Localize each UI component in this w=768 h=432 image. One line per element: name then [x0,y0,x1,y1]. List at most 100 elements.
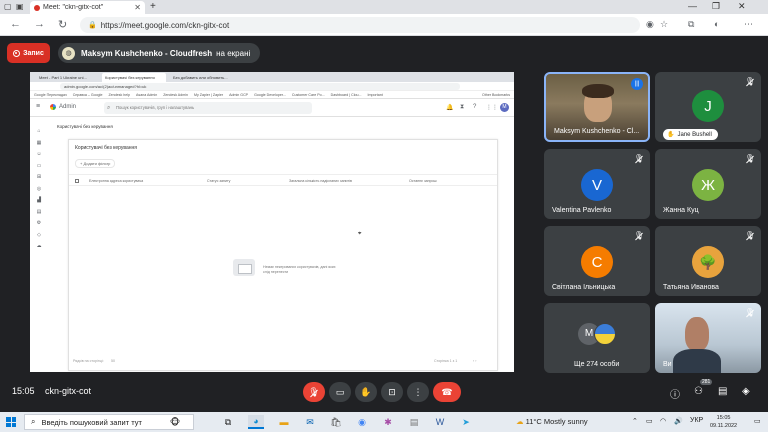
tray-chevron-icon[interactable]: ⌃ [632,417,638,425]
add-filter-chip: + Додати фільтр [75,159,116,168]
security-icon: ◎ [36,185,42,192]
search-highlight-icon[interactable]: 🐵 [160,415,190,429]
lock-icon: 🔒 [88,22,97,29]
window-menu-icon[interactable]: ▢ [4,2,12,11]
browser-tab-strip: ▢ ▣ Meet: "ckn-gitx-cot" ✕ + — ❐ ✕ [0,0,768,14]
taskbar-clock[interactable]: 15:05 09.11.2022 [710,414,737,430]
present-icon: ⊡ [388,386,396,397]
slack-icon[interactable]: ✱ [380,415,396,429]
people-icon[interactable]: ⚇ [694,386,703,397]
participant-avatar: V [581,169,613,201]
back-icon[interactable]: ← [10,18,21,30]
bookmark: Google Перекладач [34,92,67,97]
participant-tile-jane[interactable]: 🎙 J ✋ Jane Bushell [655,72,761,142]
participant-tile-valentina[interactable]: 🎙 V Valentina Pavlenko [544,149,650,219]
tab-title: Meet: "ckn-gitx-cot" [43,4,104,11]
rows-per-page-value: 50 [111,359,115,363]
chat-icon[interactable]: ▤ [718,386,727,397]
more-participants-avatars: M [578,323,618,347]
apps-icon: ⊞ [36,174,42,180]
empty-state-message: Немає некерованих користувачів, дані яки… [263,265,336,274]
rules-icon: ◇ [37,231,41,238]
info-icon[interactable]: ⓘ [670,386,680,401]
notifications-icon[interactable]: ▭ [754,417,761,425]
participant-name-chip: ✋ Jane Bushell [663,129,718,140]
mic-off-icon: 🎙 [744,308,756,317]
reload-icon[interactable]: ↻ [58,18,67,31]
wifi-icon[interactable]: ◠ [660,417,666,425]
network-icon[interactable]: ▭ [646,417,653,425]
close-window-icon[interactable]: ✕ [738,1,746,12]
recording-button[interactable]: Запис [7,43,50,63]
bookmark: Dashboard | Clou... [330,92,362,97]
recording-label: Запис [23,49,44,57]
column-email: Електронна адреса користувача [89,179,144,183]
shared-tab-strip: Meet - Part 1 Ukraine uni... Користувачі… [30,72,514,82]
participant-tile-maksym[interactable]: ||| Maksym Kushchenko - Cl... [544,72,650,142]
notepad-icon[interactable]: ▤ [406,415,422,429]
activities-icon[interactable]: ◈ [742,386,750,397]
collections-icon[interactable]: ⧉ [688,19,694,30]
admin-avatar: M [500,103,509,112]
leave-call-button[interactable]: ☎ [433,382,461,402]
browser-tab-meet[interactable]: Meet: "ckn-gitx-cot" ✕ [30,1,145,14]
admin-app-name: Admin [59,104,77,110]
browser-address-bar: ← → ↻ 🔒 https://meet.google.com/ckn-gitx… [0,14,768,36]
mic-off-icon: 🎙 [633,231,645,240]
present-screen-button[interactable]: ⊡ [381,382,403,402]
pagination-text: Сторінка 1 з 1 [434,359,458,363]
store-icon[interactable]: 🛍 [328,415,344,429]
recording-dot-icon [34,4,40,11]
camera-permission-icon[interactable]: ◉ [646,19,654,30]
self-view-tile[interactable]: 🎙 Ви [655,303,761,373]
outlook-icon[interactable]: ✉ [302,415,318,429]
hamburger-menu-icon: ≡ [36,103,41,110]
more-options-button[interactable]: ⋮ [407,382,429,402]
weather-icon: ☁ [516,417,526,426]
shared-tab-1: Meet - Part 1 Ukraine uni... [36,73,98,82]
tab-close-icon[interactable]: ✕ [134,3,141,12]
weather-text: 11°C Mostly sunny [525,417,588,426]
raised-hand-icon: ✋ [667,132,675,138]
admin-logo: Admin [50,104,76,110]
participant-avatar: С [581,246,613,278]
windows-start-icon[interactable] [6,417,16,427]
url-text: https://meet.google.com/ckn-gitx-cot [100,20,230,30]
maximize-icon[interactable]: ❐ [712,1,720,12]
microphone-toggle-button[interactable]: 🎙 [303,382,325,402]
participant-tile-svitlana[interactable]: 🎙 С Світлана Ільницька [544,226,650,296]
volume-icon[interactable]: 🔊 [674,417,683,425]
bookmark: Справка – Google [72,92,103,97]
account-icon: ⚙ [36,220,42,226]
weather-widget[interactable]: ☁ 11°C Mostly sunny [516,417,588,426]
forward-icon[interactable]: → [34,18,45,30]
more-participants-tile[interactable]: M Ще 274 особи [544,303,650,373]
participant-tile-zhanna[interactable]: 🎙 Ж Жанна Куц [655,149,761,219]
shared-screen: Meet - Part 1 Ukraine uni... Користувачі… [30,72,514,372]
presenter-name: Maksym Kushchenko - Cloudfresh [81,48,213,58]
participant-tile-tatiana[interactable]: 🎙 🌳 Татьяна Иванова [655,226,761,296]
participant-body [673,349,721,373]
telegram-icon[interactable]: ➤ [458,415,474,429]
language-indicator[interactable]: УКР [690,417,703,424]
url-input[interactable]: 🔒 https://meet.google.com/ckn-gitx-cot [80,17,640,33]
devices-icon: ▭ [36,162,42,169]
raise-hand-button[interactable]: ✋ [355,382,377,402]
camera-toggle-button[interactable]: ▭ [329,382,351,402]
word-icon[interactable]: W [432,415,448,429]
profile-icon[interactable]: ◐ [714,19,719,29]
favorite-icon[interactable]: ☆ [660,19,668,30]
task-view-icon[interactable]: ⧉ [220,415,236,429]
new-tab-icon[interactable]: + [150,1,156,12]
file-explorer-icon[interactable]: ▬ [276,415,292,429]
workspace-icon[interactable]: ▣ [16,2,24,11]
edge-browser-icon[interactable]: ◕ [248,415,264,429]
pagination-arrows: ‹ › [473,359,477,363]
browser-menu-icon[interactable]: ⋯ [744,19,753,30]
chrome-icon[interactable]: ◉ [354,415,370,429]
windows-taskbar: ⌕ Введіть пошуковий запит тут 🐵 ⧉ ◕ ▬ ✉ … [0,412,768,432]
shared-tab-3: Без добавить или обновить... [170,73,236,82]
minimize-icon[interactable]: — [688,1,697,11]
mic-off-icon: 🎙 [308,386,320,397]
mouse-cursor-icon: ⌖ [358,231,362,237]
